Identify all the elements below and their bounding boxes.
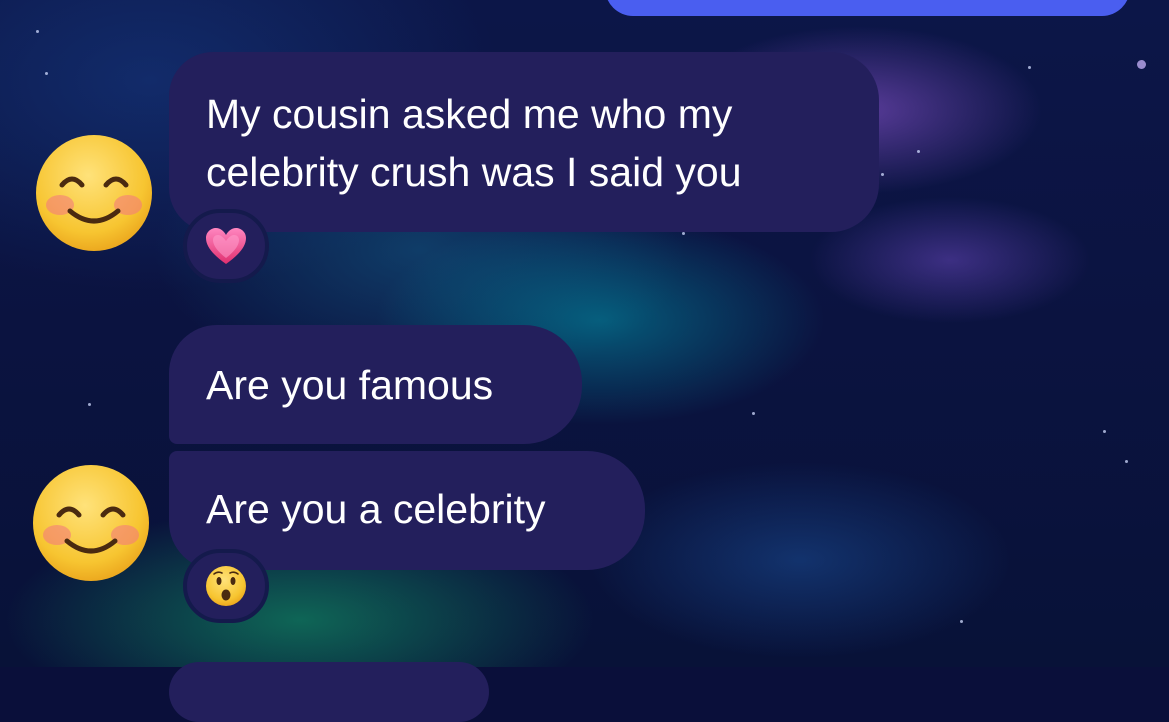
- star: [1125, 460, 1128, 463]
- smiling-face-icon: [36, 135, 152, 251]
- star: [36, 30, 39, 33]
- star: [45, 72, 48, 75]
- star: [682, 232, 685, 235]
- message-text-line: My cousin asked me who my: [206, 91, 733, 137]
- star: [917, 150, 920, 153]
- star: [881, 173, 884, 176]
- message-text: Are you a celebrity: [206, 486, 546, 532]
- sender-avatar[interactable]: [31, 463, 151, 583]
- message-reaction[interactable]: [183, 209, 269, 283]
- star: [1028, 66, 1031, 69]
- received-message-bubble[interactable]: [169, 662, 489, 722]
- message-reaction[interactable]: [183, 549, 269, 623]
- hushed-face-icon: [206, 566, 246, 606]
- received-message-bubble[interactable]: Are you famous: [169, 325, 582, 444]
- star: [1103, 430, 1106, 433]
- star: [88, 403, 91, 406]
- message-text-line: celebrity crush was I said you: [206, 149, 742, 195]
- star: [1137, 60, 1146, 69]
- sent-message-bubble[interactable]: [605, 0, 1130, 16]
- star: [960, 620, 963, 623]
- star: [752, 412, 755, 415]
- received-message-bubble[interactable]: My cousin asked me who my celebrity crus…: [169, 52, 879, 232]
- sender-avatar[interactable]: [34, 133, 154, 253]
- message-text: Are you famous: [206, 362, 494, 408]
- heart-icon: [206, 228, 246, 264]
- smiling-face-icon: [33, 465, 149, 581]
